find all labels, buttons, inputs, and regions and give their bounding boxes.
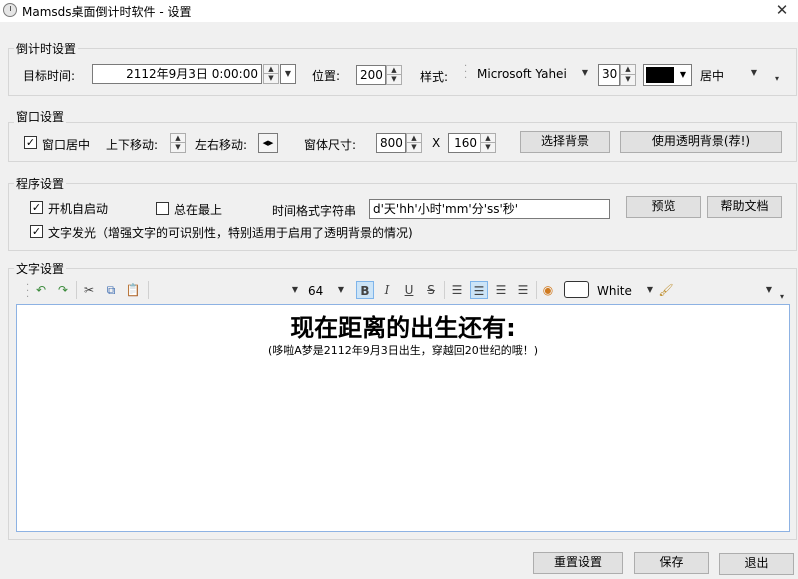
target-time-input[interactable]: 2112年9月3日 0:00:00 <box>92 64 262 84</box>
align-select[interactable]: 居中 <box>700 67 724 84</box>
toolbar-separator <box>76 281 77 299</box>
toolbar-grip-icon: · · · <box>26 280 30 303</box>
stepper-down-icon[interactable]: ▼ <box>481 143 495 152</box>
stepper-up-icon[interactable]: ▲ <box>171 134 185 143</box>
window-height-stepper[interactable]: ▲ ▼ <box>480 133 496 153</box>
toolbar-separator <box>536 281 537 299</box>
stepper-down-icon[interactable]: ▼ <box>264 74 278 83</box>
align-left-icon[interactable]: ☰ <box>448 281 466 299</box>
toolbar-font-size[interactable]: 64 <box>308 284 323 298</box>
exit-button[interactable]: 退出 <box>719 553 794 575</box>
time-format-label: 时间格式字符串 <box>272 204 357 218</box>
paste-icon[interactable]: 📋 <box>124 281 142 299</box>
reset-settings-button[interactable]: 重置设置 <box>533 552 623 574</box>
stepper-down-icon[interactable]: ▼ <box>621 75 635 85</box>
align-right-icon[interactable]: ☰ <box>492 281 510 299</box>
save-button[interactable]: 保存 <box>634 552 709 574</box>
position-input[interactable]: 200 <box>356 65 386 85</box>
countdown-group-title: 倒计时设置 <box>14 40 79 57</box>
autostart-checkbox[interactable]: ✓ <box>30 201 43 214</box>
copy-icon[interactable]: ⧉ <box>102 281 120 299</box>
stepper-down-icon[interactable]: ▼ <box>387 75 401 84</box>
leftright-move-stepper[interactable]: ◀▶ <box>258 133 278 153</box>
bold-icon[interactable]: B <box>356 281 374 299</box>
italic-icon[interactable]: I <box>378 281 396 299</box>
stepper-down-icon[interactable]: ▼ <box>407 143 421 152</box>
font-select[interactable]: Microsoft Yahei <box>477 67 567 81</box>
text-glow-label: 文字发光（增强文字的可识别性，特别适用于启用了透明背景的情况) <box>48 226 413 240</box>
target-time-stepper[interactable]: ▲ ▼ <box>263 64 279 84</box>
updown-move-stepper[interactable]: ▲ ▼ <box>170 133 186 153</box>
topmost-label: 总在最上 <box>174 203 223 217</box>
choose-background-button[interactable]: 选择背景 <box>520 131 610 153</box>
window-title: Mamsds桌面倒计时软件 - 设置 <box>22 5 192 19</box>
toolbar-size-arrow-icon[interactable]: ▼ <box>334 281 348 299</box>
align-justify-icon[interactable]: ☰ <box>514 281 532 299</box>
font-size-stepper[interactable]: ▲ ▼ <box>620 64 636 86</box>
strikethrough-icon[interactable]: S <box>422 281 440 299</box>
center-window-label: 窗口居中 <box>42 138 91 152</box>
stepper-up-icon[interactable]: ▲ <box>481 134 495 143</box>
topmost-checkbox[interactable] <box>156 202 169 215</box>
position-label: 位置: <box>312 69 341 83</box>
position-stepper[interactable]: ▲ ▼ <box>386 65 402 85</box>
program-settings-group-title: 程序设置 <box>14 175 67 192</box>
leftright-move-label: 左右移动: <box>195 138 248 152</box>
color-dropdown-icon[interactable]: ▼ <box>680 67 686 83</box>
text-settings-group-title: 文字设置 <box>14 260 67 277</box>
toolbar-font-arrow-icon[interactable]: ▼ <box>288 281 302 299</box>
cut-icon[interactable]: ✂ <box>80 281 98 299</box>
text-color-arrow-icon[interactable]: ▼ <box>643 281 657 299</box>
redo-icon[interactable]: ↷ <box>54 281 72 299</box>
window-height-input[interactable]: 160 <box>448 133 481 153</box>
color-picker[interactable]: ▼ <box>643 64 692 86</box>
align-center-icon[interactable]: ☰ <box>470 281 488 299</box>
stepper-up-icon[interactable]: ▲ <box>407 134 421 143</box>
palette-icon[interactable]: ◉ <box>539 281 557 299</box>
text-color-name[interactable]: White <box>597 284 632 298</box>
preview-button[interactable]: 预览 <box>626 196 701 218</box>
overflow-arrow-icon[interactable]: ▾ <box>770 70 784 88</box>
color-swatch <box>646 67 674 83</box>
window-width-stepper[interactable]: ▲ ▼ <box>406 133 422 153</box>
style-label: 样式: <box>420 70 449 84</box>
size-x-label: X <box>432 136 441 150</box>
target-time-label: 目标时间: <box>23 69 76 83</box>
style-grip-icon: · · · <box>464 61 468 84</box>
font-select-arrow-icon[interactable]: ▼ <box>578 64 592 82</box>
transparent-background-button[interactable]: 使用透明背景(荐!) <box>620 131 782 153</box>
stepper-down-icon[interactable]: ▼ <box>171 143 185 152</box>
stepper-up-icon[interactable]: ▲ <box>264 65 278 74</box>
align-select-arrow-icon[interactable]: ▼ <box>747 64 761 82</box>
undo-icon[interactable]: ↶ <box>32 281 50 299</box>
time-format-input[interactable]: d'天'hh'小时'mm'分'ss'秒' <box>369 199 610 219</box>
autostart-label: 开机自启动 <box>48 202 109 216</box>
text-color-swatch[interactable] <box>564 281 589 298</box>
updown-move-label: 上下移动: <box>106 138 159 152</box>
stepper-up-icon[interactable]: ▲ <box>621 65 635 75</box>
underline-icon[interactable]: U <box>400 281 418 299</box>
close-button[interactable]: ✕ <box>766 0 798 22</box>
window-settings-group-title: 窗口设置 <box>14 108 67 125</box>
toolbar-overflow-arrow-icon[interactable]: ▼ <box>762 281 776 299</box>
text-glow-checkbox[interactable]: ✓ <box>30 225 43 238</box>
help-doc-button[interactable]: 帮助文档 <box>707 196 782 218</box>
brush-icon[interactable]: 🖌 <box>657 281 675 299</box>
window-size-label: 窗体尺寸: <box>304 138 357 152</box>
toolbar-separator <box>444 281 445 299</box>
editor-heading-text: 现在距离的出生还有: <box>290 314 516 342</box>
font-size-input[interactable]: 30 <box>598 64 620 86</box>
window-width-input[interactable]: 800 <box>376 133 406 153</box>
toolbar-separator <box>148 281 149 299</box>
editor-sub-text: (哆啦A梦是2112年9月3日出生，穿越回20世纪的哦！) <box>267 344 539 357</box>
stepper-up-icon[interactable]: ▲ <box>387 66 401 75</box>
center-window-checkbox[interactable]: ✓ <box>24 136 37 149</box>
app-clock-icon <box>3 3 17 17</box>
target-time-dropdown-icon[interactable]: ▼ <box>280 64 296 84</box>
